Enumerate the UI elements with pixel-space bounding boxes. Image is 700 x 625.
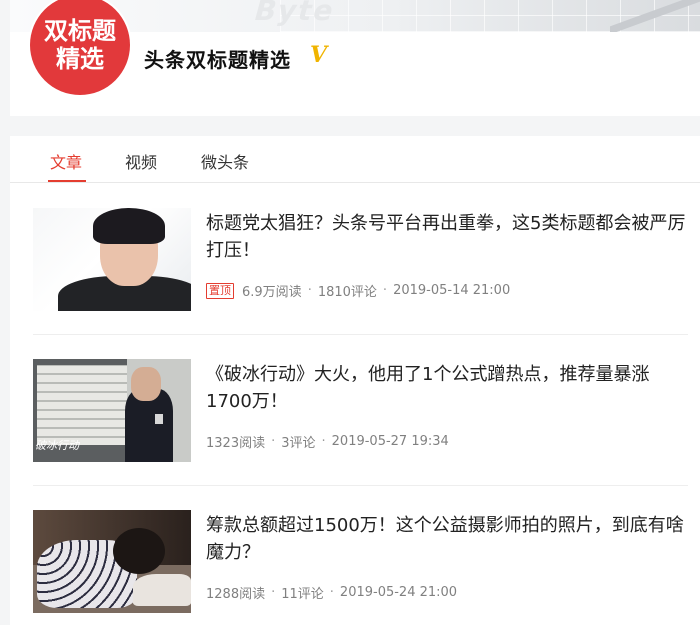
meta-separator: · [321, 434, 326, 449]
banner-brand-watermark: Byte [250, 0, 340, 27]
article-read-count: 1288阅读 [206, 587, 266, 602]
article-read-count: 1323阅读 [206, 436, 266, 451]
article-thumbnail[interactable] [33, 208, 191, 311]
article-title[interactable]: 《破冰行动》大火，他用了1个公式蹭热点，推荐量暴涨1700万！ [206, 361, 686, 415]
article-thumbnail[interactable] [33, 510, 191, 613]
article-item[interactable]: 筹款总额超过1500万！这个公益摄影师拍的照片，到底有啥魔力？ 1288阅读 ·… [33, 510, 688, 613]
tab-articles[interactable]: 文章 [50, 149, 82, 173]
tab-micro-posts[interactable]: 微头条 [201, 149, 249, 173]
article-date: 2019-05-27 19:34 [331, 434, 449, 449]
pinned-badge: 置顶 [206, 282, 234, 299]
article-comment-count[interactable]: 1810评论 [318, 281, 377, 300]
avatar-text-line2: 精选 [56, 45, 104, 73]
list-divider [33, 334, 688, 335]
article-date: 2019-05-14 21:00 [393, 283, 511, 298]
article-meta: 置顶 6.9万阅读 · 1810评论 · 2019-05-14 21:00 [206, 281, 510, 300]
author-name[interactable]: 头条双标题精选 [144, 44, 291, 73]
article-list: 标题党太猖狂？头条号平台再出重拳，这5类标题都会被严厉打压！ 置顶 6.9万阅读… [10, 183, 700, 625]
meta-separator: · [271, 585, 276, 600]
article-meta: 1323阅读 · 3评论 · 2019-05-27 19:34 [206, 432, 449, 451]
avatar[interactable]: 双标题 精选 [30, 0, 130, 95]
tab-videos[interactable]: 视频 [125, 149, 157, 173]
article-title[interactable]: 筹款总额超过1500万！这个公益摄影师拍的照片，到底有啥魔力？ [206, 512, 686, 566]
meta-separator: · [329, 585, 334, 600]
article-item[interactable]: 破冰行动 《破冰行动》大火，他用了1个公式蹭热点，推荐量暴涨1700万！ 132… [33, 359, 688, 462]
content-tabs: 文章 视频 微头条 [10, 136, 700, 183]
profile-header: Byte 双标题 精选 头条双标题精选 V [10, 0, 700, 116]
meta-separator: · [307, 283, 312, 298]
article-read-count: 6.9万阅读 [242, 285, 302, 300]
active-tab-indicator [48, 180, 86, 182]
article-date: 2019-05-24 21:00 [339, 585, 458, 600]
article-comment-count[interactable]: 11评论 [281, 583, 324, 602]
meta-separator: · [271, 434, 276, 449]
verified-v-icon: V [310, 42, 328, 68]
article-comment-count[interactable]: 3评论 [281, 432, 315, 451]
thumbnail-caption-graphic: 破冰行动 [35, 439, 79, 452]
list-divider [33, 485, 688, 486]
article-item[interactable]: 标题党太猖狂？头条号平台再出重拳，这5类标题都会被严厉打压！ 置顶 6.9万阅读… [33, 208, 688, 311]
avatar-text-line1: 双标题 [44, 17, 116, 45]
article-thumbnail[interactable]: 破冰行动 [33, 359, 191, 462]
article-meta: 1288阅读 · 11评论 · 2019-05-24 21:00 [206, 583, 457, 602]
meta-separator: · [382, 283, 388, 298]
article-title[interactable]: 标题党太猖狂？头条号平台再出重拳，这5类标题都会被严厉打压！ [206, 210, 686, 264]
